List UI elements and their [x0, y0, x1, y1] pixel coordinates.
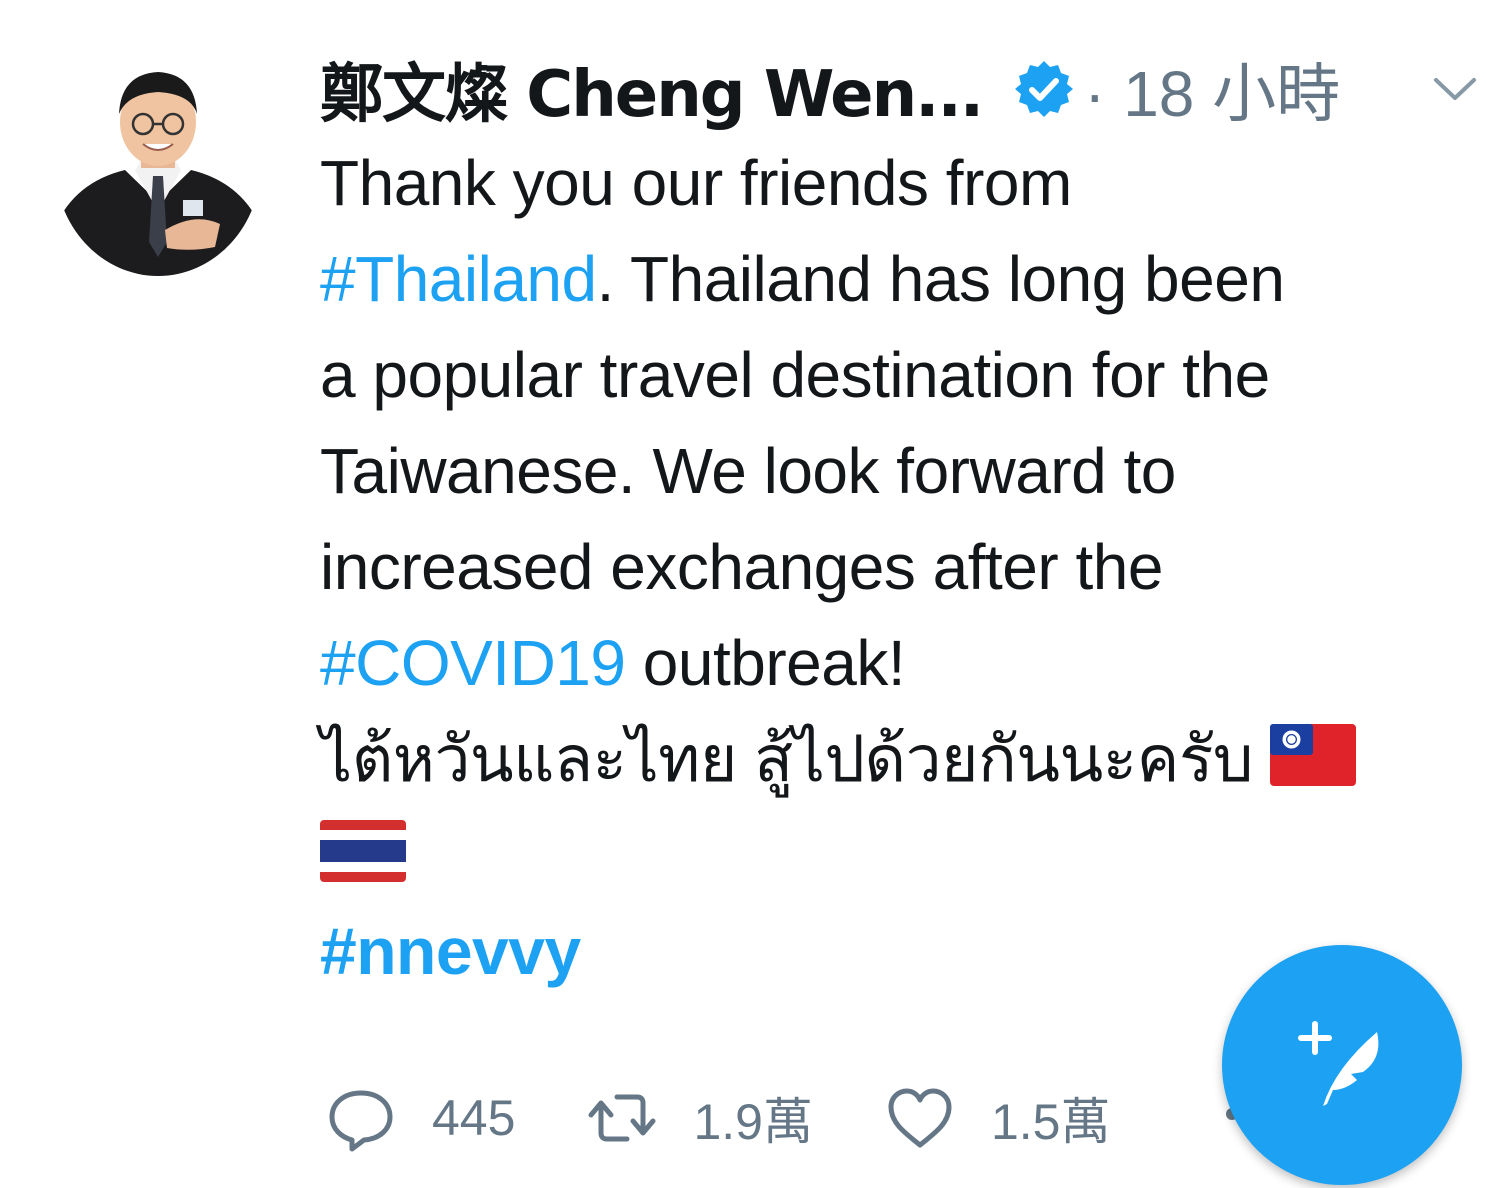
tweet-text-line5: increased exchanges after the — [320, 531, 1163, 603]
compose-tweet-button[interactable] — [1222, 945, 1462, 1185]
like-count: 1.5萬 — [990, 1094, 1111, 1150]
tweet-line: #COVID19 outbreak! — [320, 615, 1500, 711]
tweet-line: a popular travel destination for the — [320, 327, 1500, 423]
tweet-line: Thank you our friends from — [320, 135, 1500, 231]
reply-count: 445 — [432, 1090, 516, 1146]
reply-button[interactable]: 445 — [326, 1083, 515, 1153]
meta-separator: · — [1084, 58, 1106, 130]
tweet-text-line2: . Thailand has long been — [596, 243, 1285, 315]
tweet-actions: 445 1.9萬 1.5萬 — [326, 1078, 1226, 1158]
verified-badge-icon — [1012, 57, 1076, 121]
retweet-icon — [587, 1083, 657, 1153]
tweet-text: Thank you our friends from #Thailand. Th… — [320, 135, 1500, 999]
hashtag-thailand[interactable]: #Thailand — [320, 243, 597, 315]
chevron-down-icon[interactable] — [1432, 72, 1478, 106]
timestamp[interactable]: · 18 小時 — [1084, 43, 1340, 135]
tweet-text-line3: a popular travel destination for the — [320, 339, 1270, 411]
retweet-button[interactable]: 1.9萬 — [587, 1082, 813, 1154]
heart-icon — [885, 1083, 955, 1153]
timestamp-text: 18 小時 — [1123, 58, 1341, 130]
tweet-text-line1: Thank you our friends from — [320, 147, 1072, 219]
hashtag-nnevvy[interactable]: #nnevvy — [320, 914, 581, 988]
thailand-flag-icon — [320, 812, 406, 908]
tweet-line — [320, 807, 1500, 903]
tweet-card[interactable]: 鄭文燦 Cheng Wen... · 18 小時 Thank you our f… — [0, 0, 1512, 1188]
tweet-text-line4: Taiwanese. We look forward to — [320, 435, 1176, 507]
tweet-text-thai: ไต้หวันและไทย สู้ไปด้วยกันนะครับ — [320, 723, 1253, 795]
reply-icon — [326, 1083, 396, 1153]
tweet-line: increased exchanges after the — [320, 519, 1500, 615]
tweet-line: ไต้หวันและไทย สู้ไปด้วยกันนะครับ — [320, 711, 1500, 807]
like-button[interactable]: 1.5萬 — [885, 1082, 1111, 1154]
tweet-header: 鄭文燦 Cheng Wen... · 18 小時 — [320, 44, 1490, 134]
taiwan-flag-icon — [1270, 716, 1357, 812]
compose-tweet-icon — [1287, 1008, 1397, 1123]
retweet-count: 1.9萬 — [693, 1094, 813, 1150]
display-name[interactable]: 鄭文燦 Cheng Wen... — [320, 43, 984, 135]
tweet-line: #Thailand. Thailand has long been — [320, 231, 1500, 327]
hashtag-covid19[interactable]: #COVID19 — [320, 627, 626, 699]
tweet-text-line6: outbreak! — [625, 627, 906, 699]
avatar[interactable] — [55, 52, 261, 276]
tweet-line: Taiwanese. We look forward to — [320, 423, 1500, 519]
